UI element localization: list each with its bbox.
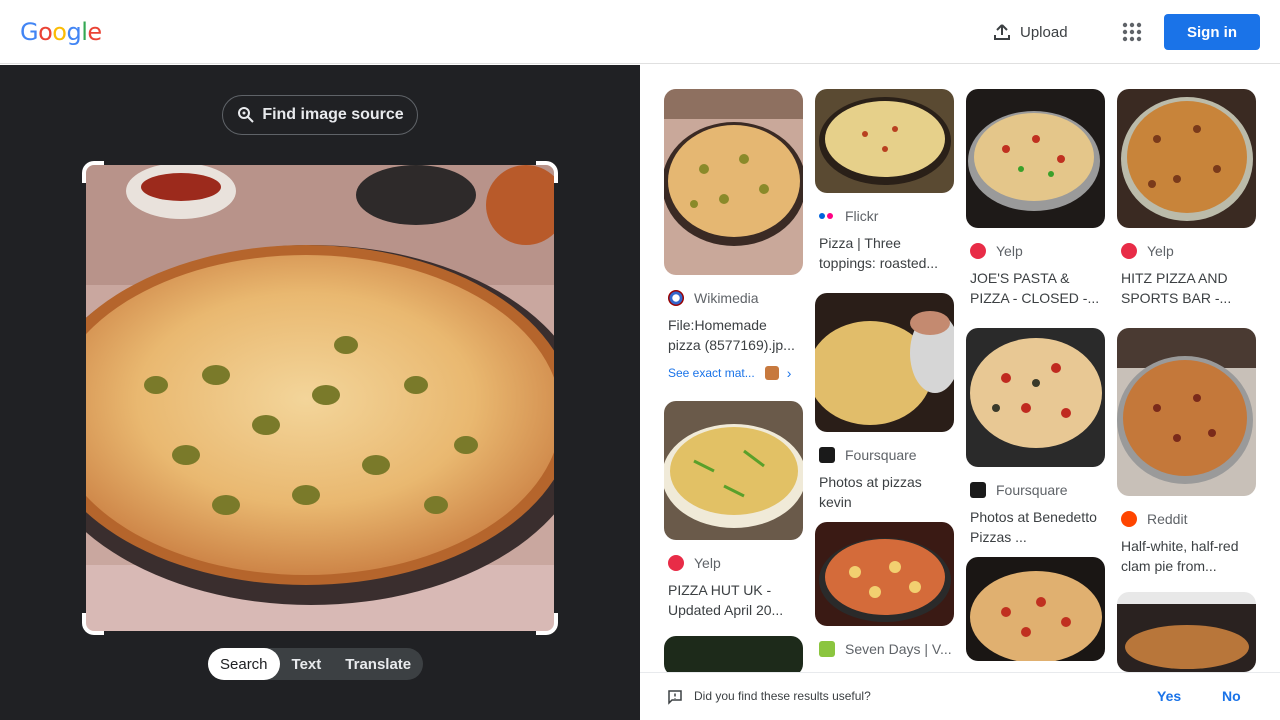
see-exact-matches-label: See exact mat... — [668, 366, 755, 380]
logo-letter: o — [52, 18, 67, 46]
results-column: Yelp HITZ PIZZA AND SPORTS BAR -... Redd… — [1117, 89, 1256, 672]
results-column: Flickr Pizza | Three toppings: roasted..… — [815, 89, 954, 672]
apps-grid-icon[interactable] — [1120, 20, 1144, 44]
result-thumbnail[interactable] — [1117, 328, 1256, 496]
find-image-source-label: Find image source — [262, 106, 404, 123]
yelp-icon — [668, 555, 684, 571]
feedback-question: Did you find these results useful? — [694, 689, 871, 703]
foursquare-icon — [970, 482, 986, 498]
top-bar: Google Upload Sign in — [0, 0, 1280, 64]
result-source-name: Yelp — [996, 243, 1023, 259]
chevron-right-icon: › — [786, 365, 792, 381]
crop-corner-handle[interactable] — [82, 161, 104, 183]
result-source: Foursquare — [966, 481, 1105, 499]
logo-letter: o — [38, 18, 53, 46]
result-thumbnail[interactable] — [815, 89, 954, 193]
result-source-name: Wikimedia — [694, 290, 759, 306]
result-source: Yelp — [966, 242, 1105, 260]
result-card[interactable]: Flickr Pizza | Three toppings: roasted..… — [815, 89, 954, 273]
result-thumbnail[interactable] — [664, 636, 803, 672]
result-card[interactable] — [966, 557, 1105, 661]
foursquare-icon — [819, 447, 835, 463]
upload-button[interactable]: Upload — [992, 20, 1068, 44]
result-thumbnail[interactable] — [815, 293, 954, 432]
sevendays-icon — [819, 641, 835, 657]
result-source: Flickr — [815, 207, 954, 225]
tab-translate[interactable]: Translate — [333, 648, 423, 680]
result-source: Yelp — [664, 554, 803, 572]
result-card[interactable] — [664, 636, 803, 672]
result-source-name: Seven Days | V... — [845, 641, 952, 657]
exact-match-thumb-icon — [764, 366, 779, 380]
result-thumbnail[interactable] — [815, 522, 954, 626]
result-source-name: Flickr — [845, 208, 879, 224]
feedback-yes-button[interactable]: Yes — [1157, 688, 1181, 704]
result-title[interactable]: Pizza | Three toppings: roasted... — [815, 233, 954, 273]
result-source-name: Reddit — [1147, 511, 1188, 527]
lens-search-icon — [238, 107, 255, 123]
result-card[interactable]: Foursquare Photos at Benedetto Pizzas ..… — [966, 328, 1105, 547]
result-source: Reddit — [1117, 510, 1256, 528]
results-column: Wikimedia File:Homemade pizza (8577169).… — [664, 89, 803, 672]
logo-letter: e — [87, 18, 102, 46]
crop-corner-handle[interactable] — [536, 613, 558, 635]
wikimedia-icon — [668, 290, 684, 306]
upload-label: Upload — [1020, 23, 1068, 41]
result-card[interactable]: Seven Days | V... — [815, 522, 954, 658]
google-logo[interactable]: Google — [20, 18, 102, 46]
see-exact-matches-link[interactable]: See exact mat... › — [664, 365, 803, 381]
result-source-name: Foursquare — [996, 482, 1068, 498]
feedback-icon — [668, 690, 682, 705]
query-pizza-image — [86, 165, 554, 631]
result-thumbnail[interactable] — [664, 401, 803, 540]
lens-image-pane: Find image source Search Text Translate — [0, 65, 640, 720]
result-title[interactable]: PIZZA HUT UK - Updated April 20... — [664, 580, 803, 620]
tab-search[interactable]: Search — [208, 648, 280, 680]
flickr-icon — [819, 208, 835, 224]
logo-letter: g — [66, 18, 82, 46]
result-title[interactable]: File:Homemade pizza (8577169).jp... — [664, 315, 803, 355]
find-image-source-button[interactable]: Find image source — [222, 95, 418, 135]
visual-matches-grid: Wikimedia File:Homemade pizza (8577169).… — [640, 65, 1280, 672]
reddit-icon — [1121, 511, 1137, 527]
result-card[interactable] — [1117, 592, 1256, 672]
result-title[interactable]: Half-white, half-red clam pie from... — [1117, 536, 1256, 576]
result-source: Foursquare — [815, 446, 954, 464]
result-card[interactable]: Foursquare Photos at pizzas kevin — [815, 293, 954, 512]
result-thumbnail[interactable] — [966, 89, 1105, 228]
crop-corner-handle[interactable] — [82, 613, 104, 635]
feedback-bar: Did you find these results useful? Yes N… — [640, 672, 1280, 720]
result-source-name: Yelp — [1147, 243, 1174, 259]
result-title[interactable]: HITZ PIZZA AND SPORTS BAR -... — [1117, 268, 1256, 308]
sign-in-button[interactable]: Sign in — [1164, 14, 1260, 50]
result-title[interactable]: Photos at pizzas kevin — [815, 472, 954, 512]
result-card[interactable]: Yelp HITZ PIZZA AND SPORTS BAR -... — [1117, 89, 1256, 308]
result-card[interactable]: Wikimedia File:Homemade pizza (8577169).… — [664, 89, 803, 381]
result-card[interactable]: Yelp PIZZA HUT UK - Updated April 20... — [664, 401, 803, 620]
yelp-icon — [1121, 243, 1137, 259]
result-thumbnail[interactable] — [1117, 592, 1256, 672]
result-title[interactable]: Photos at Benedetto Pizzas ... — [966, 507, 1105, 547]
crop-corner-handle[interactable] — [536, 161, 558, 183]
lens-mode-tabs: Search Text Translate — [208, 648, 424, 680]
result-source-name: Yelp — [694, 555, 721, 571]
result-thumbnail[interactable] — [966, 557, 1105, 661]
result-card[interactable]: Yelp JOE'S PASTA & PIZZA - CLOSED -... — [966, 89, 1105, 308]
logo-letter: G — [20, 18, 39, 46]
result-source: Yelp — [1117, 242, 1256, 260]
result-card[interactable]: Reddit Half-white, half-red clam pie fro… — [1117, 328, 1256, 576]
result-source: Wikimedia — [664, 289, 803, 307]
upload-icon — [994, 24, 1010, 40]
results-column: Yelp JOE'S PASTA & PIZZA - CLOSED -... F… — [966, 89, 1105, 672]
feedback-no-button[interactable]: No — [1222, 688, 1241, 704]
crop-selection[interactable] — [82, 161, 558, 635]
yelp-icon — [970, 243, 986, 259]
result-source-name: Foursquare — [845, 447, 917, 463]
tab-text[interactable]: Text — [280, 648, 334, 680]
result-title[interactable]: JOE'S PASTA & PIZZA - CLOSED -... — [966, 268, 1105, 308]
result-thumbnail[interactable] — [1117, 89, 1256, 228]
result-thumbnail[interactable] — [966, 328, 1105, 467]
result-source: Seven Days | V... — [815, 640, 954, 658]
result-thumbnail[interactable] — [664, 89, 803, 275]
